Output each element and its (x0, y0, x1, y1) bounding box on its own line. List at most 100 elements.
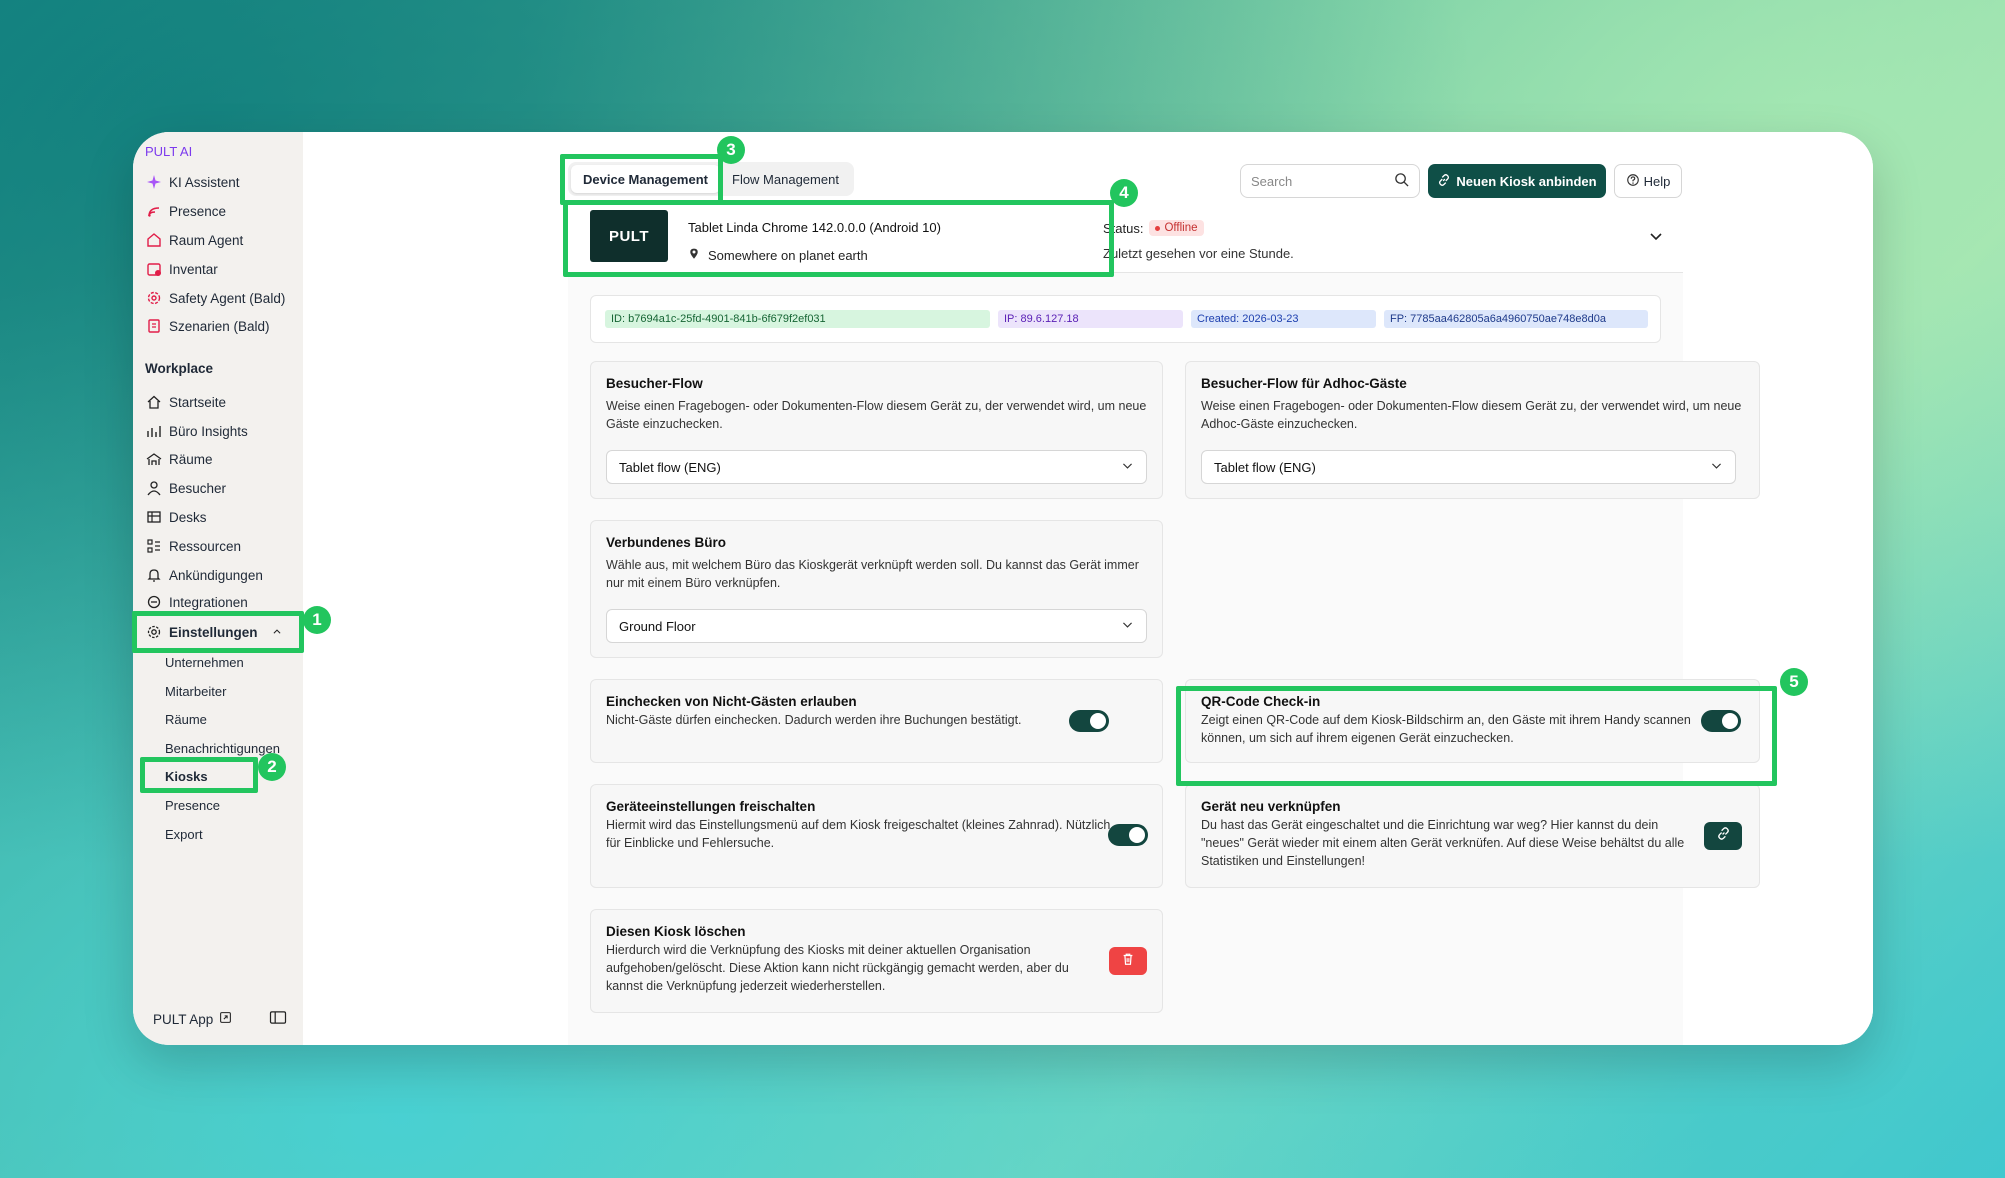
adhoc-flow-select[interactable]: Tablet flow (ENG) (1201, 450, 1736, 484)
sidebar-subitem-kiosks[interactable]: Kiosks (165, 769, 208, 784)
chevron-down-icon (1710, 459, 1723, 475)
visitor-flow-card: Besucher-Flow Weise einen Fragebogen- od… (590, 361, 1163, 499)
device-created-pill: Created: 2026-03-23 (1191, 310, 1376, 328)
rooms-icon (145, 450, 163, 468)
sidebar-subitem-raeume[interactable]: Räume (165, 712, 207, 727)
annotation-badge-3: 3 (717, 136, 745, 164)
device-status: Status: Offline (1103, 220, 1204, 236)
relink-button[interactable] (1704, 822, 1742, 850)
sidebar-item-raeume[interactable]: Räume (145, 447, 213, 471)
status-label: Status: (1103, 220, 1144, 236)
qr-checkin-card: QR-Code Check-in Zeigt einen QR-Code auf… (1185, 679, 1760, 763)
chevron-down-icon (1121, 459, 1134, 475)
sidebar-subitem-unternehmen[interactable]: Unternehmen (165, 655, 244, 670)
search-input[interactable]: Search (1240, 164, 1420, 198)
location-pin-icon (688, 247, 700, 263)
sidebar-item-raum-agent[interactable]: Raum Agent (145, 228, 243, 252)
card-description: Hiermit wird das Einstellungsmenü auf de… (606, 818, 1111, 850)
sidebar-item-label: Ankündigungen (169, 567, 263, 583)
help-button[interactable]: Help (1614, 164, 1682, 198)
sidebar-item-label: Presence (169, 203, 227, 219)
sidebar-item-desks[interactable]: Desks (145, 505, 207, 529)
sidebar-item-inventar[interactable]: Inventar (145, 257, 218, 281)
card-description: Zeigt einen QR-Code auf dem Kiosk-Bildsc… (1201, 713, 1691, 745)
pult-app-link[interactable]: PULT App (153, 1011, 232, 1027)
sidebar-toggle-icon[interactable] (269, 1010, 287, 1028)
brand-label: PULT AI (145, 144, 193, 159)
device-settings-card: Geräteeinstellungen freischalten Hiermit… (590, 784, 1163, 888)
visitor-flow-select[interactable]: Tablet flow (ENG) (606, 450, 1147, 484)
card-description: Weise einen Fragebogen- oder Dokumenten-… (606, 399, 1147, 431)
sidebar-item-label: Inventar (169, 261, 218, 277)
sidebar-item-integrationen[interactable]: Integrationen (145, 590, 248, 614)
connected-office-card: Verbundenes Büro Wähle aus, mit welchem … (590, 520, 1163, 658)
sidebar-item-label: Szenarien (Bald) (169, 318, 270, 334)
last-seen-text: Zuletzt gesehen vor eine Stunde. (1103, 246, 1294, 261)
device-fingerprint-pill: FP: 7785aa462805a6a4960750ae748e8d0a (1384, 310, 1648, 328)
sidebar-subitem-export[interactable]: Export (165, 827, 203, 842)
device-settings-toggle[interactable] (1108, 824, 1148, 846)
sidebar-item-label: Desks (169, 509, 207, 525)
sidebar-item-szenarien[interactable]: Szenarien (Bald) (145, 314, 270, 338)
sidebar-footer: PULT App (133, 993, 303, 1045)
sidebar-item-ankuendigungen[interactable]: Ankündigungen (145, 563, 263, 587)
annotation-badge-2: 2 (258, 753, 286, 781)
sidebar-item-ki-assistent[interactable]: KI Assistent (145, 170, 240, 194)
external-link-icon (219, 1011, 232, 1027)
status-badge: Offline (1149, 220, 1204, 236)
sidebar-item-label: Büro Insights (169, 423, 248, 439)
sidebar-item-label: Integrationen (169, 594, 248, 610)
chevron-up-icon (272, 625, 282, 640)
sidebar-subitem-presence[interactable]: Presence (165, 798, 220, 813)
office-select[interactable]: Ground Floor (606, 609, 1147, 643)
card-description: Du hast das Gerät eingeschaltet und die … (1201, 818, 1685, 868)
select-value: Tablet flow (ENG) (1214, 459, 1316, 475)
section-label-workplace: Workplace (145, 361, 214, 376)
connect-kiosk-button[interactable]: Neuen Kiosk anbinden (1428, 164, 1606, 198)
gear-icon (145, 623, 163, 641)
non-guest-checkin-toggle[interactable] (1069, 710, 1109, 732)
app-window: PULT AI KI Assistent Presence Raum Agent… (133, 132, 1873, 1045)
sidebar-item-buero-insights[interactable]: Büro Insights (145, 419, 248, 443)
sidebar-subitem-benachrichtigungen[interactable]: Benachrichtigungen (165, 741, 280, 756)
device-location-text: Somewhere on planet earth (708, 247, 868, 263)
device-header[interactable]: PULT Tablet Linda Chrome 142.0.0.0 (Andr… (568, 200, 1683, 273)
user-icon (145, 479, 163, 497)
card-title: QR-Code Check-in (1201, 694, 1321, 709)
chevron-down-icon (1121, 618, 1134, 634)
tab-device-management[interactable]: Device Management (571, 165, 720, 193)
device-ip-pill: IP: 89.6.127.18 (998, 310, 1183, 328)
trash-icon (1121, 952, 1135, 971)
sparkle-icon (145, 173, 163, 191)
card-description: Nicht-Gäste dürfen einchecken. Dadurch w… (606, 713, 1022, 727)
sidebar-item-label: Safety Agent (Bald) (169, 290, 286, 306)
status-badge-text: Offline (1164, 222, 1198, 234)
annotation-badge-1: 1 (303, 606, 331, 634)
sidebar: PULT AI KI Assistent Presence Raum Agent… (133, 132, 303, 1045)
safety-icon (145, 289, 163, 307)
chevron-down-icon[interactable] (1648, 228, 1664, 244)
scenario-icon (145, 317, 163, 335)
sidebar-item-einstellungen[interactable]: Einstellungen (145, 620, 295, 644)
adhoc-flow-card: Besucher-Flow für Adhoc-Gäste Weise eine… (1185, 361, 1760, 499)
device-logo: PULT (590, 210, 668, 262)
sidebar-item-safety-agent[interactable]: Safety Agent (Bald) (145, 286, 285, 310)
card-title: Einchecken von Nicht-Gästen erlauben (606, 694, 857, 709)
qr-checkin-toggle[interactable] (1701, 710, 1741, 732)
delete-kiosk-button[interactable] (1109, 947, 1147, 975)
sidebar-subitem-mitarbeiter[interactable]: Mitarbeiter (165, 684, 226, 699)
card-title: Besucher-Flow für Adhoc-Gäste (1201, 376, 1407, 391)
presence-icon (145, 202, 163, 220)
sidebar-item-presence[interactable]: Presence (145, 199, 226, 223)
sidebar-item-label: Ressourcen (169, 538, 242, 554)
tab-flow-management[interactable]: Flow Management (720, 165, 851, 193)
integration-icon (145, 593, 163, 611)
sidebar-item-startseite[interactable]: Startseite (145, 390, 226, 414)
card-description: Hierdurch wird die Verknüpfung des Kiosk… (606, 943, 1069, 993)
sidebar-item-ressourcen[interactable]: Ressourcen (145, 534, 241, 558)
sidebar-item-label: Einstellungen (169, 624, 258, 640)
search-icon (1394, 172, 1409, 190)
sidebar-item-besucher[interactable]: Besucher (145, 476, 226, 500)
card-title: Gerät neu verknüpfen (1201, 799, 1341, 814)
relink-device-card: Gerät neu verknüpfen Du hast das Gerät e… (1185, 784, 1760, 888)
